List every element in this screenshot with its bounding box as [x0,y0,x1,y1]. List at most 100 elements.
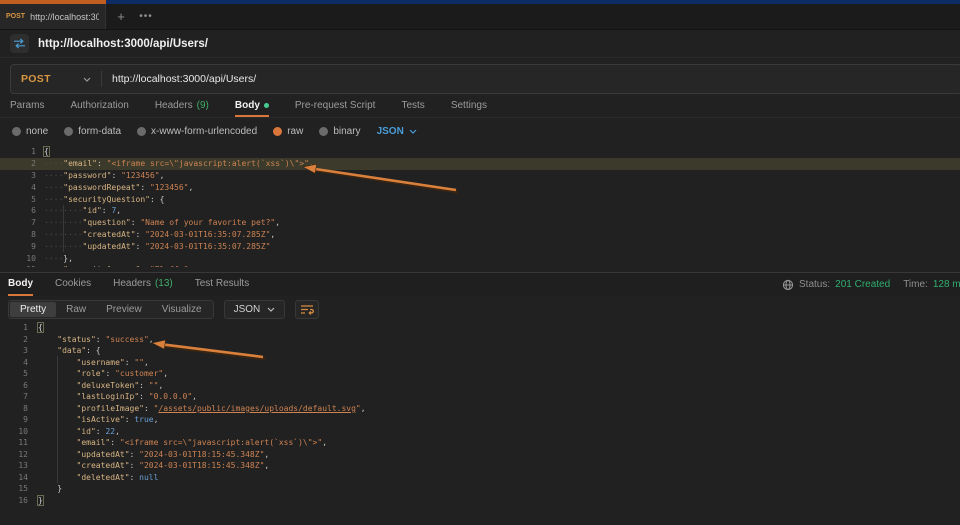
tab-label: Headers [155,100,193,111]
radio-label: none [26,126,48,137]
code-line[interactable]: 5····"securityQuestion": { [0,193,960,205]
line-number: 9 [0,242,36,251]
radio-label: x-www-form-urlencoded [151,126,257,137]
code-line[interactable]: 11····"securityAnswer": "Fluffy", [0,264,960,267]
response-tab-body[interactable]: Body [8,273,33,296]
response-tabs: Body Cookies Headers(13) Test Results St… [0,272,960,296]
code-text: "updatedAt": "2024-03-01T18:15:45.348Z", [28,450,269,459]
view-visualize[interactable]: Visualize [152,302,212,317]
line-number: 8 [0,404,28,413]
line-number: 3 [0,171,36,180]
code-text: ····"passwordRepeat": "123456", [36,183,193,192]
code-text: ····"securityQuestion": { [36,195,164,204]
time-value[interactable]: 128 ms [933,279,960,290]
indent-guide [57,356,58,483]
tab-pre-request-script[interactable]: Pre-request Script [295,95,376,117]
code-line[interactable]: 11 "email": "<iframe src=\"javascript:al… [0,437,960,449]
code-line[interactable]: 6········"id": 7, [0,205,960,217]
radio-form-data[interactable]: form-data [64,126,121,137]
tab-params[interactable]: Params [10,95,44,117]
radio-raw[interactable]: raw [273,126,303,137]
request-body-editor[interactable]: 1{2····"email": "<iframe src=\"javascrip… [0,146,960,267]
status-value[interactable]: 201 Created [835,279,890,290]
wrap-text-button[interactable] [295,300,319,319]
response-format-select[interactable]: JSON [224,300,286,319]
code-line[interactable]: 16} [0,495,960,507]
code-line[interactable]: 8 "profileImage": "/assets/public/images… [0,403,960,415]
line-number: 14 [0,473,28,482]
code-line[interactable]: 4 "username": "", [0,357,960,369]
radio-binary[interactable]: binary [319,126,360,137]
code-text: "username": "", [28,358,149,367]
code-line[interactable]: 12 "updatedAt": "2024-03-01T18:15:45.348… [0,449,960,461]
code-line[interactable]: 4····"passwordRepeat": "123456", [0,181,960,193]
view-raw[interactable]: Raw [56,302,96,317]
response-toolbar: Pretty Raw Preview Visualize JSON [0,299,960,320]
tab-options-button[interactable]: ••• [134,4,158,29]
radio-x-www-form-urlencoded[interactable]: x-www-form-urlencoded [137,126,257,137]
url-input[interactable]: http://localhost:3000/api/Users/ [102,73,256,85]
code-line[interactable]: 8········"createdAt": "2024-03-01T16:35:… [0,229,960,241]
tab-tests[interactable]: Tests [401,95,424,117]
request-tab[interactable]: POST http://localhost:3000/a [0,4,106,29]
radio-icon [137,127,146,136]
more-icon: ••• [139,11,153,22]
code-line[interactable]: 5 "role": "customer", [0,368,960,380]
code-line[interactable]: 13 "createdAt": "2024-03-01T18:15:45.348… [0,460,960,472]
code-line[interactable]: 3 "data": { [0,345,960,357]
tab-label: Pre-request Script [295,100,376,111]
view-pretty[interactable]: Pretty [10,302,56,317]
line-number: 10 [0,427,28,436]
code-line[interactable]: 10 "id": 22, [0,426,960,438]
code-text: } [28,484,62,493]
code-line[interactable]: 9 "isActive": true, [0,414,960,426]
code-line[interactable]: 1{ [0,146,960,158]
request-title-row: http://localhost:3000/api/Users/ [0,30,960,58]
code-line[interactable]: 14 "deletedAt": null [0,472,960,484]
line-number: 12 [0,450,28,459]
page-title: http://localhost:3000/api/Users/ [38,38,208,50]
body-type-bar: none form-data x-www-form-urlencoded raw… [0,119,960,143]
response-tab-test-results[interactable]: Test Results [195,273,249,296]
radio-icon [64,127,73,136]
code-line[interactable]: 15 } [0,483,960,495]
code-line[interactable]: 6 "deluxeToken": "", [0,380,960,392]
radio-icon [273,127,282,136]
line-number: 13 [0,461,28,470]
tab-label: Cookies [55,278,91,289]
chevron-down-icon [83,77,91,82]
indent-guide [63,205,64,252]
code-text: "createdAt": "2024-03-01T18:15:45.348Z", [28,461,269,470]
line-number: 1 [0,147,36,156]
tab-label: Test Results [195,278,249,289]
code-line[interactable]: 9········"updatedAt": "2024-03-01T16:35:… [0,240,960,252]
tab-label: Authorization [70,100,128,111]
tab-settings[interactable]: Settings [451,95,487,117]
code-line[interactable]: 7 "lastLoginIp": "0.0.0.0", [0,391,960,403]
code-line[interactable]: 1{ [0,322,960,334]
code-text: ····"email": "<iframe src=\"javascript:a… [36,159,314,168]
new-tab-button[interactable]: + [110,4,132,29]
tab-method-badge: POST [6,13,25,20]
response-tab-cookies[interactable]: Cookies [55,273,91,296]
code-line[interactable]: 7········"question": "Name of your favor… [0,217,960,229]
code-line[interactable]: 3····"password": "123456", [0,170,960,182]
view-preview[interactable]: Preview [96,302,152,317]
code-text: "deletedAt": null [28,473,158,482]
tab-headers[interactable]: Headers(9) [155,95,209,117]
tab-authorization[interactable]: Authorization [70,95,128,117]
unsaved-dot-icon [264,103,269,108]
radio-none[interactable]: none [12,126,48,137]
response-body-editor[interactable]: 1{2 "status": "success",3 "data": {4 "us… [0,322,960,522]
code-line[interactable]: 2····"email": "<iframe src=\"javascript:… [0,158,960,170]
code-line[interactable]: 10····}, [0,252,960,264]
response-tab-headers[interactable]: Headers(13) [113,273,173,296]
plus-icon: + [117,9,125,24]
line-number: 6 [0,381,28,390]
method-selector[interactable]: POST [11,73,101,85]
tab-bar: POST http://localhost:3000/a + ••• [0,4,960,30]
tab-body[interactable]: Body [235,95,269,117]
format-select[interactable]: JSON [377,126,417,137]
code-line[interactable]: 2 "status": "success", [0,334,960,346]
globe-icon [782,279,794,291]
